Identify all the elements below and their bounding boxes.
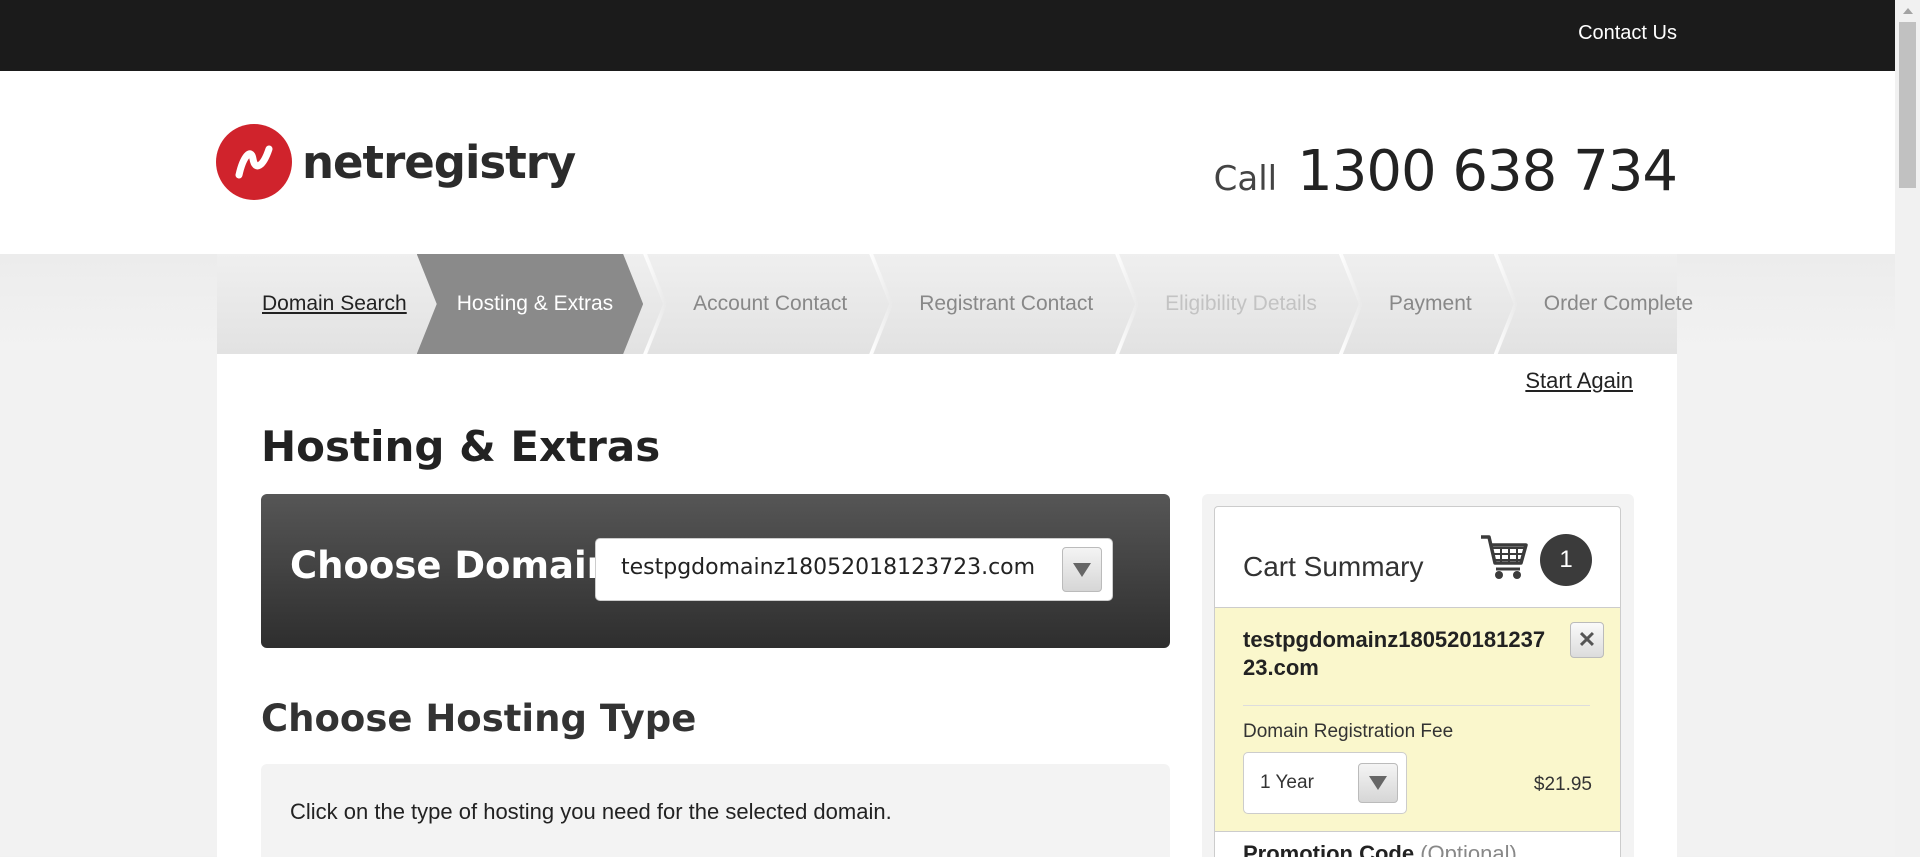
period-select-value: 1 Year [1260, 772, 1314, 793]
promotion-code-label: Promotion Code (Optional) [1243, 841, 1517, 857]
checkout-steps: Domain Search Hosting & Extras Account C… [217, 254, 1693, 354]
domain-select-value: testpgdomainz18052018123723.com [621, 555, 1036, 580]
logo-mark-icon [216, 124, 292, 200]
hosting-instructions: Click on the type of hosting you need fo… [290, 799, 892, 824]
phone-number[interactable]: 1300 638 734 [1297, 139, 1678, 204]
site-header: netregistry Call 1300 638 734 [0, 71, 1895, 254]
cart-header: Cart Summary 1 [1215, 507, 1620, 607]
chevron-down-icon [1073, 562, 1091, 577]
cart-item: testpgdomainz18052018123723.com ✕ Domain… [1215, 607, 1620, 832]
contact-us-link[interactable]: Contact Us [1578, 22, 1677, 45]
promo-label-text: Promotion Code [1243, 841, 1415, 857]
logo-text: netregistry [302, 135, 576, 189]
top-bar: Contact Us [0, 0, 1895, 71]
cart-summary: Cart Summary 1 testpgdomainz180520181237… [1214, 506, 1621, 857]
step-account-contact: Account Contact [643, 254, 869, 354]
start-again-link[interactable]: Start Again [1525, 368, 1633, 394]
step-payment: Payment [1339, 254, 1494, 354]
promo-optional-text: (Optional) [1420, 841, 1517, 857]
scrollbar-thumb[interactable] [1899, 22, 1916, 188]
hosting-type-title: Choose Hosting Type [261, 697, 697, 740]
choose-domain-label: Choose Domain [290, 544, 614, 587]
cart-summary-wrapper: Cart Summary 1 testpgdomainz180520181237… [1202, 494, 1634, 857]
call-label: Call [1213, 159, 1278, 199]
shopping-cart-icon [1481, 535, 1528, 579]
page-scrollbar[interactable] [1895, 0, 1920, 857]
cart-item-domain: testpgdomainz18052018123723.com [1243, 627, 1546, 680]
step-hosting-extras: Hosting & Extras [417, 254, 643, 354]
page-title: Hosting & Extras [261, 422, 661, 471]
step-eligibility-details: Eligibility Details [1115, 254, 1339, 354]
cart-count-badge: 1 [1540, 534, 1592, 586]
cart-title: Cart Summary [1243, 551, 1424, 582]
hosting-type-panel: Click on the type of hosting you need fo… [261, 764, 1170, 857]
close-icon: ✕ [1577, 627, 1597, 652]
choose-domain-panel: Choose Domain testpgdomainz1805201812372… [261, 494, 1170, 648]
domain-fee-label: Domain Registration Fee [1243, 721, 1454, 742]
registration-period-select[interactable]: 1 Year [1243, 752, 1407, 814]
main-content: Start Again Hosting & Extras Choose Doma… [217, 354, 1677, 857]
period-select-toggle[interactable] [1358, 763, 1398, 803]
chevron-down-icon [1369, 776, 1387, 790]
step-order-complete: Order Complete [1494, 254, 1715, 354]
scroll-up-icon[interactable] [1903, 8, 1913, 14]
step-registrant-contact: Registrant Contact [869, 254, 1115, 354]
remove-item-button[interactable]: ✕ [1570, 622, 1604, 658]
call-info: Call 1300 638 734 [1213, 139, 1678, 204]
domain-fee-price: $21.95 [1533, 774, 1592, 795]
domain-select-toggle[interactable] [1062, 547, 1102, 592]
step-domain-search[interactable]: Domain Search [217, 254, 417, 354]
netregistry-logo[interactable]: netregistry [216, 124, 576, 200]
domain-select[interactable]: testpgdomainz18052018123723.com [595, 538, 1113, 601]
divider [1243, 705, 1590, 706]
